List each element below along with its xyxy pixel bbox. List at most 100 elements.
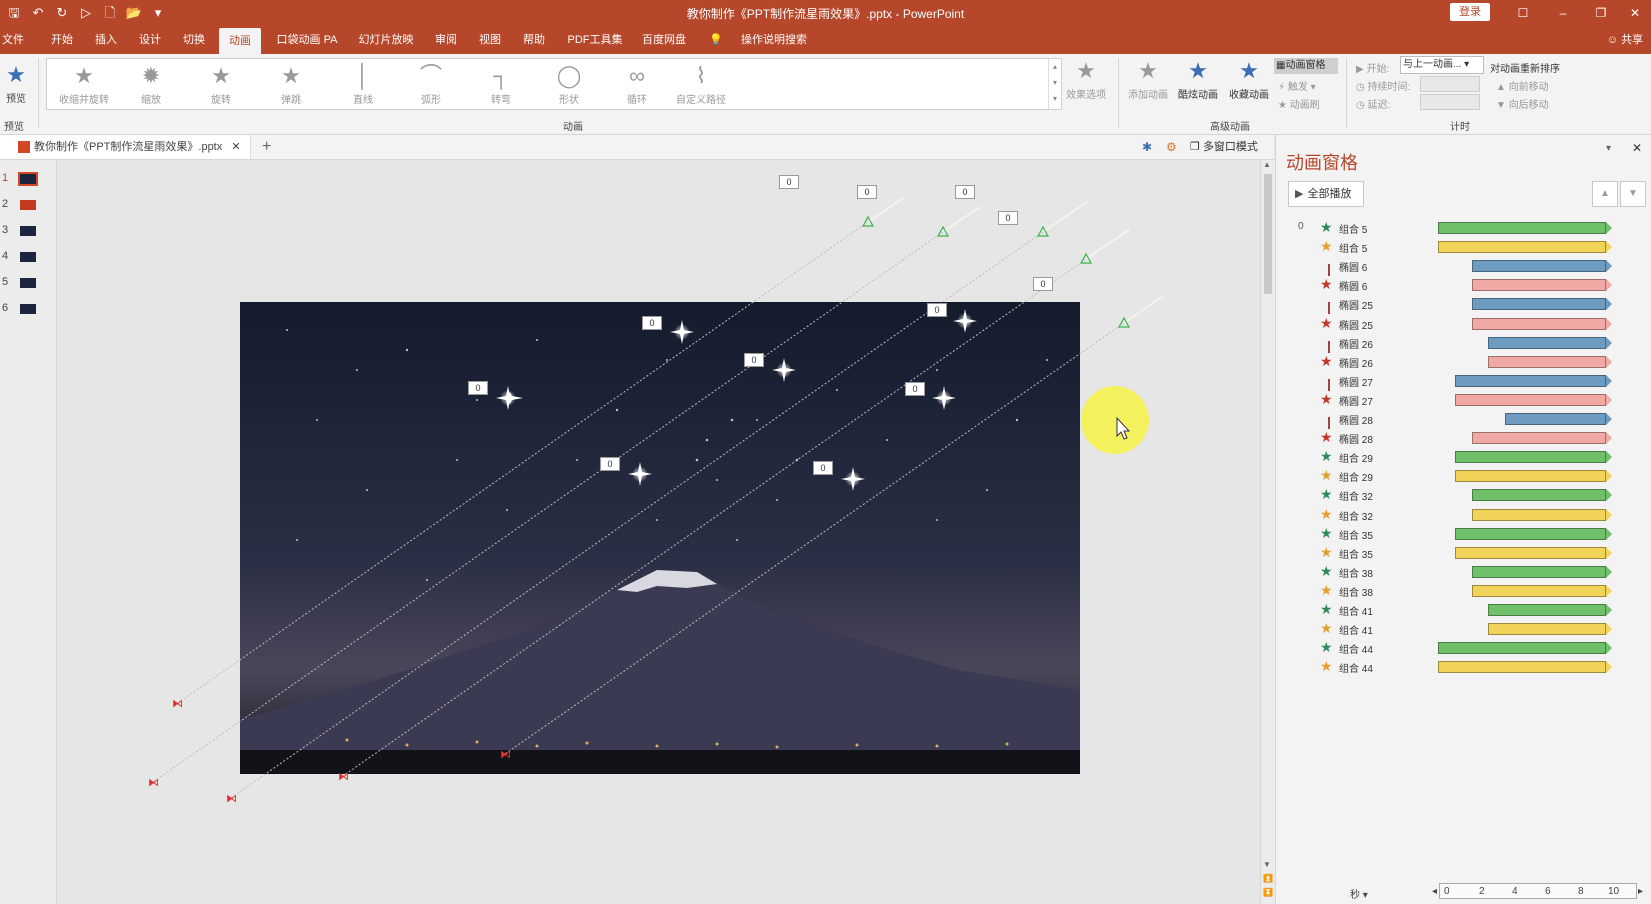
anim-bounce[interactable]: ★ 弹跳 <box>271 61 311 106</box>
timing-bar[interactable] <box>1505 413 1612 425</box>
timing-bar[interactable] <box>1454 546 1613 559</box>
pane-menu-chevron-icon[interactable]: ▾ <box>1606 143 1611 154</box>
timing-bar[interactable] <box>1438 241 1612 254</box>
move-later-button[interactable]: ▼ 向后移动 <box>1496 96 1549 111</box>
tab-design[interactable]: 设计 <box>134 26 166 54</box>
ribbon-display-icon[interactable]: ☐ <box>1508 3 1538 23</box>
login-button[interactable]: 登录 <box>1450 3 1490 21</box>
animation-item[interactable]: ★ 组合 35 <box>1276 543 1651 563</box>
animation-painter-button[interactable]: ★ 动画刷 <box>1278 96 1320 111</box>
animation-item[interactable]: 椭圆 27 <box>1276 371 1651 391</box>
slide-thumbnail[interactable]: 5 <box>0 276 56 292</box>
tab-home[interactable]: 开始 <box>46 26 78 54</box>
timing-bar[interactable] <box>1471 489 1613 502</box>
timing-bar[interactable] <box>1488 604 1612 616</box>
vertical-scrollbar[interactable]: ▲ ▼ ⏫ ⏬ <box>1260 160 1275 904</box>
animation-item[interactable]: 椭圆 25 <box>1276 294 1651 315</box>
animation-item[interactable]: 椭圆 26 <box>1276 333 1651 353</box>
animation-tag[interactable]: 0 <box>600 457 620 471</box>
anim-line[interactable]: │ 直线 <box>343 61 383 106</box>
play-all-button[interactable]: ▶ 全部播放 <box>1288 181 1364 207</box>
animation-item[interactable]: 椭圆 28 <box>1276 409 1651 429</box>
anim-spin[interactable]: ★ 旋转 <box>201 61 241 106</box>
animation-item[interactable]: 0 ★ 组合 5 <box>1276 218 1651 238</box>
scroll-right-icon[interactable]: ▸ <box>1638 886 1643 897</box>
effect-options-button[interactable]: ★ 效果选项 <box>1064 56 1108 101</box>
animation-tag[interactable]: 0 <box>857 185 877 199</box>
tab-transitions[interactable]: 切换 <box>178 26 210 54</box>
anim-shrink-spin[interactable]: ★ 收缩并旋转 <box>55 61 113 106</box>
slide-thumbnail[interactable]: 6 <box>0 302 56 318</box>
minimize-icon[interactable]: – <box>1548 3 1578 23</box>
tab-view[interactable]: 视图 <box>474 26 506 54</box>
animation-pane-button[interactable]: ▦动画窗格 <box>1274 58 1338 74</box>
close-icon[interactable]: ✕ <box>1620 3 1650 23</box>
timing-bar[interactable] <box>1454 527 1613 540</box>
multi-window-button[interactable]: ❐ 多窗口模式 <box>1190 135 1258 159</box>
timing-bar[interactable] <box>1471 584 1613 597</box>
animation-item[interactable]: ★ 组合 44 <box>1276 657 1651 677</box>
collect-animation-button[interactable]: ★ 收藏动画 <box>1226 56 1272 101</box>
animation-item[interactable]: ★ 组合 5 <box>1276 237 1651 257</box>
duration-input[interactable] <box>1420 76 1480 92</box>
animation-tag[interactable]: 0 <box>779 175 799 189</box>
animation-tag[interactable]: 0 <box>927 303 947 317</box>
timing-bar[interactable] <box>1488 623 1612 636</box>
animation-item[interactable]: ★ 组合 29 <box>1276 466 1651 486</box>
timing-bar[interactable] <box>1438 642 1612 655</box>
animation-tag[interactable]: 0 <box>955 185 975 199</box>
timing-bar[interactable] <box>1454 451 1613 464</box>
timing-bar[interactable] <box>1471 565 1613 578</box>
timing-bar[interactable] <box>1454 374 1613 387</box>
animation-item[interactable]: ★ 椭圆 27 <box>1276 390 1651 410</box>
animation-tag[interactable]: 0 <box>1033 277 1053 291</box>
timing-bar[interactable] <box>1438 661 1612 674</box>
timing-bar[interactable] <box>1488 355 1612 368</box>
anim-turn[interactable]: ┐ 转弯 <box>481 61 521 106</box>
move-up-arrow-icon[interactable]: ▲ <box>1592 181 1618 207</box>
timing-bar[interactable] <box>1471 260 1613 273</box>
animation-item[interactable]: ★ 组合 35 <box>1276 524 1651 544</box>
animation-effect-icon[interactable]: ✱ <box>1142 135 1152 159</box>
settings-gear-icon[interactable]: ⚙ <box>1166 135 1177 159</box>
close-tab-icon[interactable]: ✕ <box>231 141 240 153</box>
start-select[interactable]: 与上一动画... ▾ <box>1400 56 1484 74</box>
cool-animation-button[interactable]: ★ 酷炫动画 <box>1176 56 1220 101</box>
animation-tag[interactable]: 0 <box>905 382 925 396</box>
anim-shape[interactable]: ◯ 形状 <box>549 61 589 106</box>
tell-me-search[interactable]: 操作说明搜索 <box>728 26 820 54</box>
slide-thumbnail[interactable]: 2 <box>0 198 56 214</box>
scroll-up-icon[interactable]: ▲ <box>1263 160 1271 169</box>
previous-slide-icon[interactable]: ⏫ <box>1263 874 1273 883</box>
anim-custom-path[interactable]: ⌇ 自定义路径 <box>669 61 733 106</box>
animation-item[interactable]: ★ 椭圆 26 <box>1276 352 1651 372</box>
animation-tag[interactable]: 0 <box>998 211 1018 225</box>
tab-slideshow[interactable]: 幻灯片放映 <box>352 26 420 54</box>
delay-input[interactable] <box>1420 94 1480 110</box>
animation-item[interactable]: ★ 组合 44 <box>1276 638 1651 658</box>
animation-item[interactable]: ★ 组合 41 <box>1276 619 1651 639</box>
move-down-arrow-icon[interactable]: ▼ <box>1620 181 1646 207</box>
gallery-scroll[interactable]: ▴ ▾ ▾ <box>1048 59 1061 109</box>
timeline-unit[interactable]: 秒 ▾ <box>1350 886 1368 901</box>
timing-bar[interactable] <box>1454 393 1613 406</box>
animation-item[interactable]: 椭圆 6 <box>1276 256 1651 277</box>
tab-file[interactable]: 文件 <box>0 26 26 54</box>
animation-item[interactable]: ★ 椭圆 25 <box>1276 314 1651 334</box>
timing-bar[interactable] <box>1471 279 1613 292</box>
trigger-button[interactable]: ⚡ 触发 ▾ <box>1278 78 1316 93</box>
tab-help[interactable]: 帮助 <box>518 26 550 54</box>
animation-item[interactable]: ★ 组合 32 <box>1276 505 1651 525</box>
slide-background-image[interactable] <box>240 302 1080 774</box>
animation-item[interactable]: ★ 组合 29 <box>1276 447 1651 467</box>
animation-item[interactable]: ★ 椭圆 28 <box>1276 428 1651 448</box>
scroll-thumb[interactable] <box>1264 174 1272 294</box>
animation-tag[interactable]: 0 <box>642 316 662 330</box>
share-button[interactable]: ☺ 共享 <box>1602 26 1648 54</box>
slide-thumbnail[interactable]: 3 <box>0 224 56 240</box>
move-earlier-button[interactable]: ▲ 向前移动 <box>1496 78 1549 93</box>
animation-tag[interactable]: 0 <box>744 353 764 367</box>
anim-arc[interactable]: ⌒ 弧形 <box>411 61 451 106</box>
animation-item[interactable]: ★ 椭圆 6 <box>1276 275 1651 295</box>
preview-button[interactable]: ★ 预览 <box>2 60 30 105</box>
